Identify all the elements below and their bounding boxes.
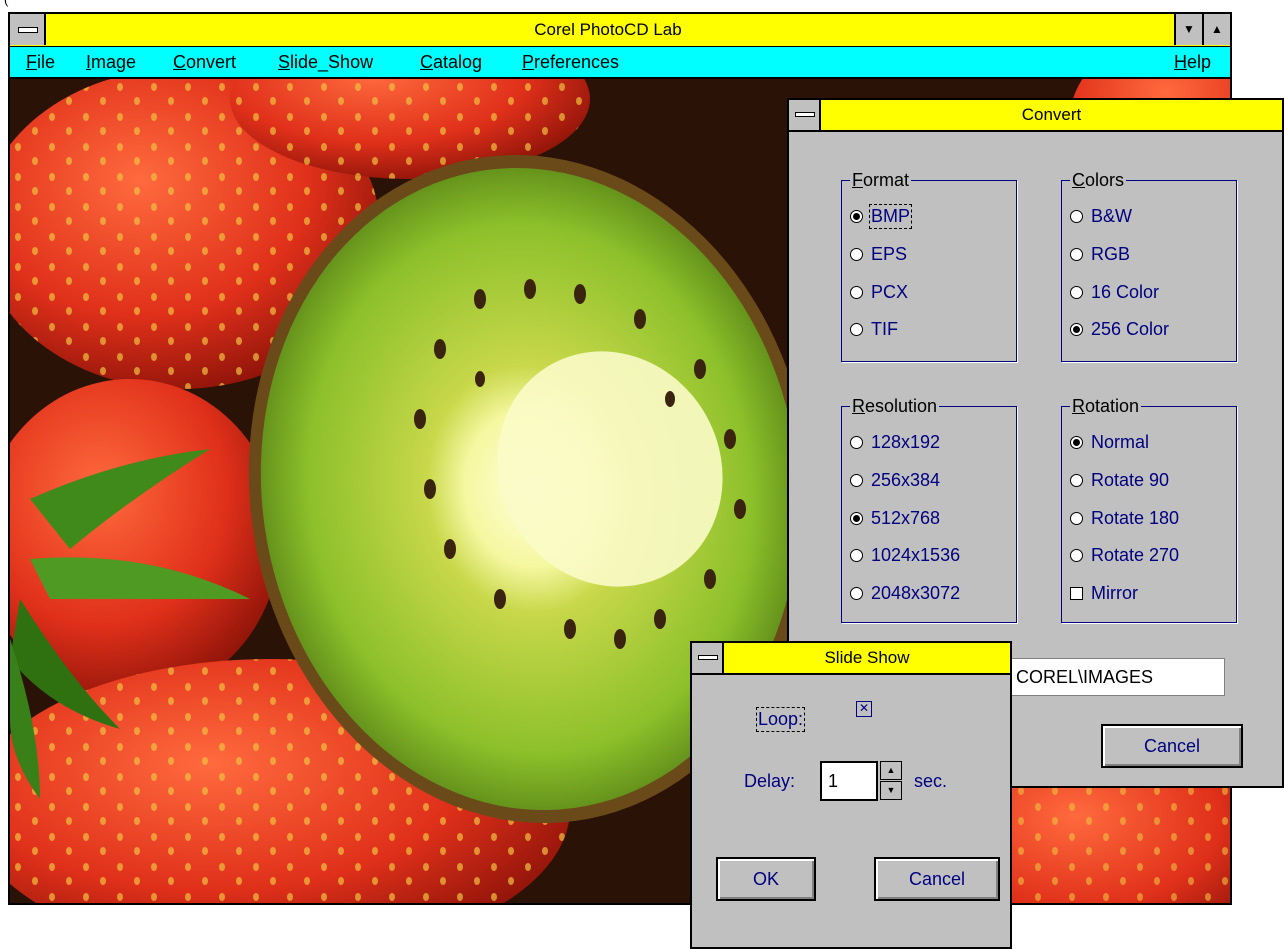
mirror-checkbox[interactable]: Mirror [1070, 580, 1138, 606]
radio-icon [1070, 209, 1083, 223]
convert-cancel-button[interactable]: Cancel [1101, 724, 1243, 768]
delay-unit: sec. [914, 771, 948, 791]
resolution-option-2048[interactable]: 2048x3072 [850, 580, 960, 606]
delay-stepper: 1 ▲ ▼ [820, 761, 906, 801]
slide-show-cancel-button[interactable]: Cancel [874, 857, 1000, 901]
radio-icon [1070, 247, 1083, 261]
radio-icon [850, 435, 863, 449]
slide-show-dialog: Slide Show Loop: ✕ Delay: 1 ▲ ▼ sec. OK … [690, 641, 1012, 949]
format-option-tif[interactable]: TIF [850, 316, 898, 342]
maximize-button[interactable]: ▲ [1202, 14, 1230, 45]
format-option-label: PCX [871, 281, 909, 302]
mirror-label: Mirror [1091, 582, 1138, 603]
radio-icon [850, 548, 863, 562]
radio-selected-icon [850, 209, 863, 223]
format-option-label: BMP [868, 203, 913, 229]
menu-bar: File Image Convert Slide_Show Catalog Pr… [10, 47, 1230, 79]
loop-checkbox[interactable]: ✕ [856, 701, 872, 717]
radio-icon [850, 586, 863, 600]
colors-option-label: RGB [1091, 243, 1131, 264]
rotation-group: Rotation Normal Rotate 90 Rotate 180 Rot… [1061, 395, 1237, 623]
colors-group-label: Colors [1070, 169, 1127, 191]
cropped-top-text: ( [0, 0, 1284, 12]
colors-group: Colors B&W RGB 16 Color 256 Color [1061, 169, 1237, 362]
colors-option-label: 16 Color [1091, 281, 1160, 302]
radio-icon [850, 473, 863, 487]
rotation-group-label: Rotation [1070, 395, 1142, 417]
slide-show-title-bar[interactable]: Slide Show [692, 643, 1010, 675]
colors-option-16[interactable]: 16 Color [1070, 279, 1159, 305]
convert-dialog-title: Convert [1021, 105, 1082, 124]
ok-button[interactable]: OK [716, 857, 816, 901]
delay-input[interactable]: 1 [820, 761, 878, 801]
rotation-option-270[interactable]: Rotate 270 [1070, 542, 1179, 568]
convert-dialog-title-bar[interactable]: Convert [789, 100, 1282, 132]
resolution-group-label: Resolution [850, 395, 940, 417]
resolution-option-label: 256x384 [871, 469, 941, 490]
radio-icon [1070, 473, 1083, 487]
colors-option-rgb[interactable]: RGB [1070, 241, 1130, 267]
checkbox-icon [1070, 586, 1083, 600]
resolution-option-256[interactable]: 256x384 [850, 467, 940, 493]
colors-option-label: 256 Color [1091, 318, 1170, 339]
format-group-label: Format [850, 169, 912, 191]
window-title: Corel PhotoCD Lab [534, 20, 682, 39]
menu-preferences[interactable]: Preferences [522, 47, 619, 77]
resolution-option-label: 128x192 [871, 431, 941, 452]
spin-down-icon[interactable]: ▼ [880, 781, 902, 800]
rotation-option-label: Rotate 270 [1091, 544, 1180, 565]
spin-up-icon[interactable]: ▲ [880, 761, 902, 780]
colors-option-bw[interactable]: B&W [1070, 203, 1132, 229]
radio-selected-icon [850, 511, 863, 525]
radio-icon [1070, 285, 1083, 299]
radio-selected-icon [1070, 435, 1083, 449]
system-menu-button[interactable] [10, 14, 46, 45]
resolution-option-128[interactable]: 128x192 [850, 429, 940, 455]
colors-option-256[interactable]: 256 Color [1070, 316, 1169, 342]
resolution-option-1024[interactable]: 1024x1536 [850, 542, 960, 568]
format-option-label: TIF [871, 318, 898, 339]
rotation-option-180[interactable]: Rotate 180 [1070, 505, 1179, 531]
loop-label: Loop: [755, 707, 806, 732]
resolution-option-512[interactable]: 512x768 [850, 505, 940, 531]
slide-show-system-menu-button[interactable] [692, 643, 724, 673]
rotation-option-label: Rotate 90 [1091, 469, 1170, 490]
rotation-option-90[interactable]: Rotate 90 [1070, 467, 1169, 493]
menu-convert[interactable]: Convert [173, 47, 236, 77]
rotation-option-label: Normal [1091, 431, 1150, 452]
radio-icon [850, 285, 863, 299]
radio-icon [1070, 548, 1083, 562]
radio-icon [1070, 511, 1083, 525]
rotation-option-normal[interactable]: Normal [1070, 429, 1149, 455]
format-option-label: EPS [871, 243, 908, 264]
resolution-group: Resolution 128x192 256x384 512x768 1024x… [841, 395, 1017, 623]
output-path-field[interactable]: COREL\IMAGES [1009, 658, 1225, 696]
menu-image[interactable]: Image [86, 47, 136, 77]
menu-catalog[interactable]: Catalog [420, 47, 482, 77]
rotation-option-label: Rotate 180 [1091, 507, 1180, 528]
delay-label: Delay: [744, 771, 796, 791]
resolution-option-label: 1024x1536 [871, 544, 961, 565]
resolution-option-label: 512x768 [871, 507, 941, 528]
format-group: Format BMP EPS PCX TIF [841, 169, 1017, 362]
radio-icon [850, 322, 863, 336]
format-option-pcx[interactable]: PCX [850, 279, 908, 305]
radio-selected-icon [1070, 322, 1083, 336]
format-option-eps[interactable]: EPS [850, 241, 907, 267]
format-option-bmp[interactable]: BMP [850, 203, 913, 229]
resolution-option-label: 2048x3072 [871, 582, 961, 603]
menu-slide-show[interactable]: Slide_Show [278, 47, 373, 77]
slide-show-title: Slide Show [824, 648, 910, 667]
title-bar[interactable]: Corel PhotoCD Lab ▼ ▲ [10, 14, 1230, 47]
convert-system-menu-button[interactable] [789, 100, 821, 130]
menu-help[interactable]: Help [1174, 47, 1211, 77]
minimize-button[interactable]: ▼ [1174, 14, 1202, 45]
radio-icon [850, 247, 863, 261]
colors-option-label: B&W [1091, 205, 1133, 226]
menu-file[interactable]: File [26, 47, 55, 77]
